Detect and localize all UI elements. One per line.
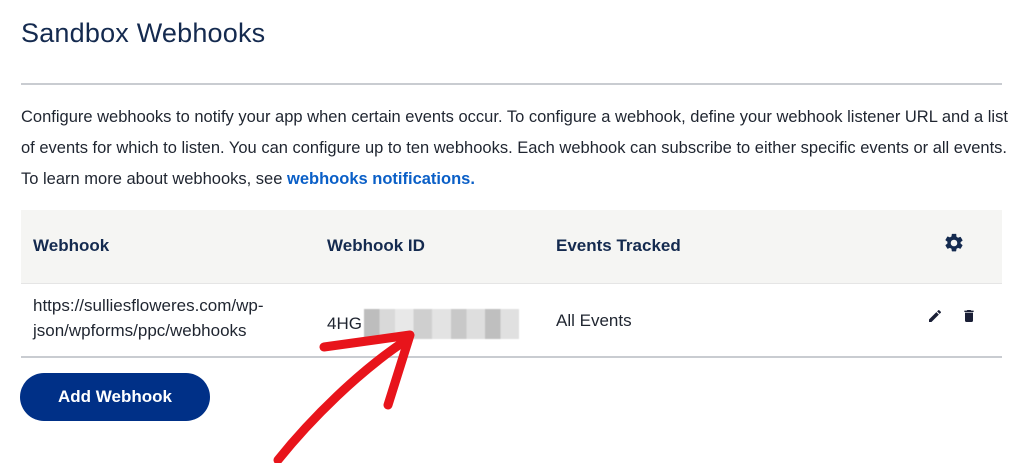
header-webhook: Webhook bbox=[33, 236, 110, 255]
table-header: Webhook Webhook ID Events Tracked bbox=[21, 210, 1002, 283]
webhooks-notifications-link[interactable]: webhooks notifications. bbox=[287, 170, 475, 188]
page-title: Sandbox Webhooks bbox=[21, 18, 266, 48]
annotation-arrow bbox=[273, 330, 415, 463]
webhooks-page: Sandbox Webhooks Configure webhooks to n… bbox=[0, 0, 1024, 463]
pencil-icon[interactable] bbox=[927, 308, 943, 324]
add-webhook-button[interactable]: Add Webhook bbox=[20, 373, 210, 421]
row-actions bbox=[927, 308, 977, 324]
trash-icon[interactable] bbox=[961, 308, 977, 324]
events-tracked-value: All Events bbox=[556, 311, 632, 330]
description-text: Configure webhooks to notify your app wh… bbox=[21, 108, 1008, 188]
header-webhook-id: Webhook ID bbox=[327, 236, 425, 255]
webhooks-table: Webhook Webhook ID Events Tracked https:… bbox=[21, 210, 1002, 358]
header-events-tracked: Events Tracked bbox=[556, 236, 681, 255]
table-row: https://sulliesfloweres.com/wp-json/wpfo… bbox=[21, 283, 1002, 358]
title-divider bbox=[21, 83, 1002, 85]
page-description: Configure webhooks to notify your app wh… bbox=[21, 102, 1011, 195]
gear-icon[interactable] bbox=[943, 232, 965, 254]
